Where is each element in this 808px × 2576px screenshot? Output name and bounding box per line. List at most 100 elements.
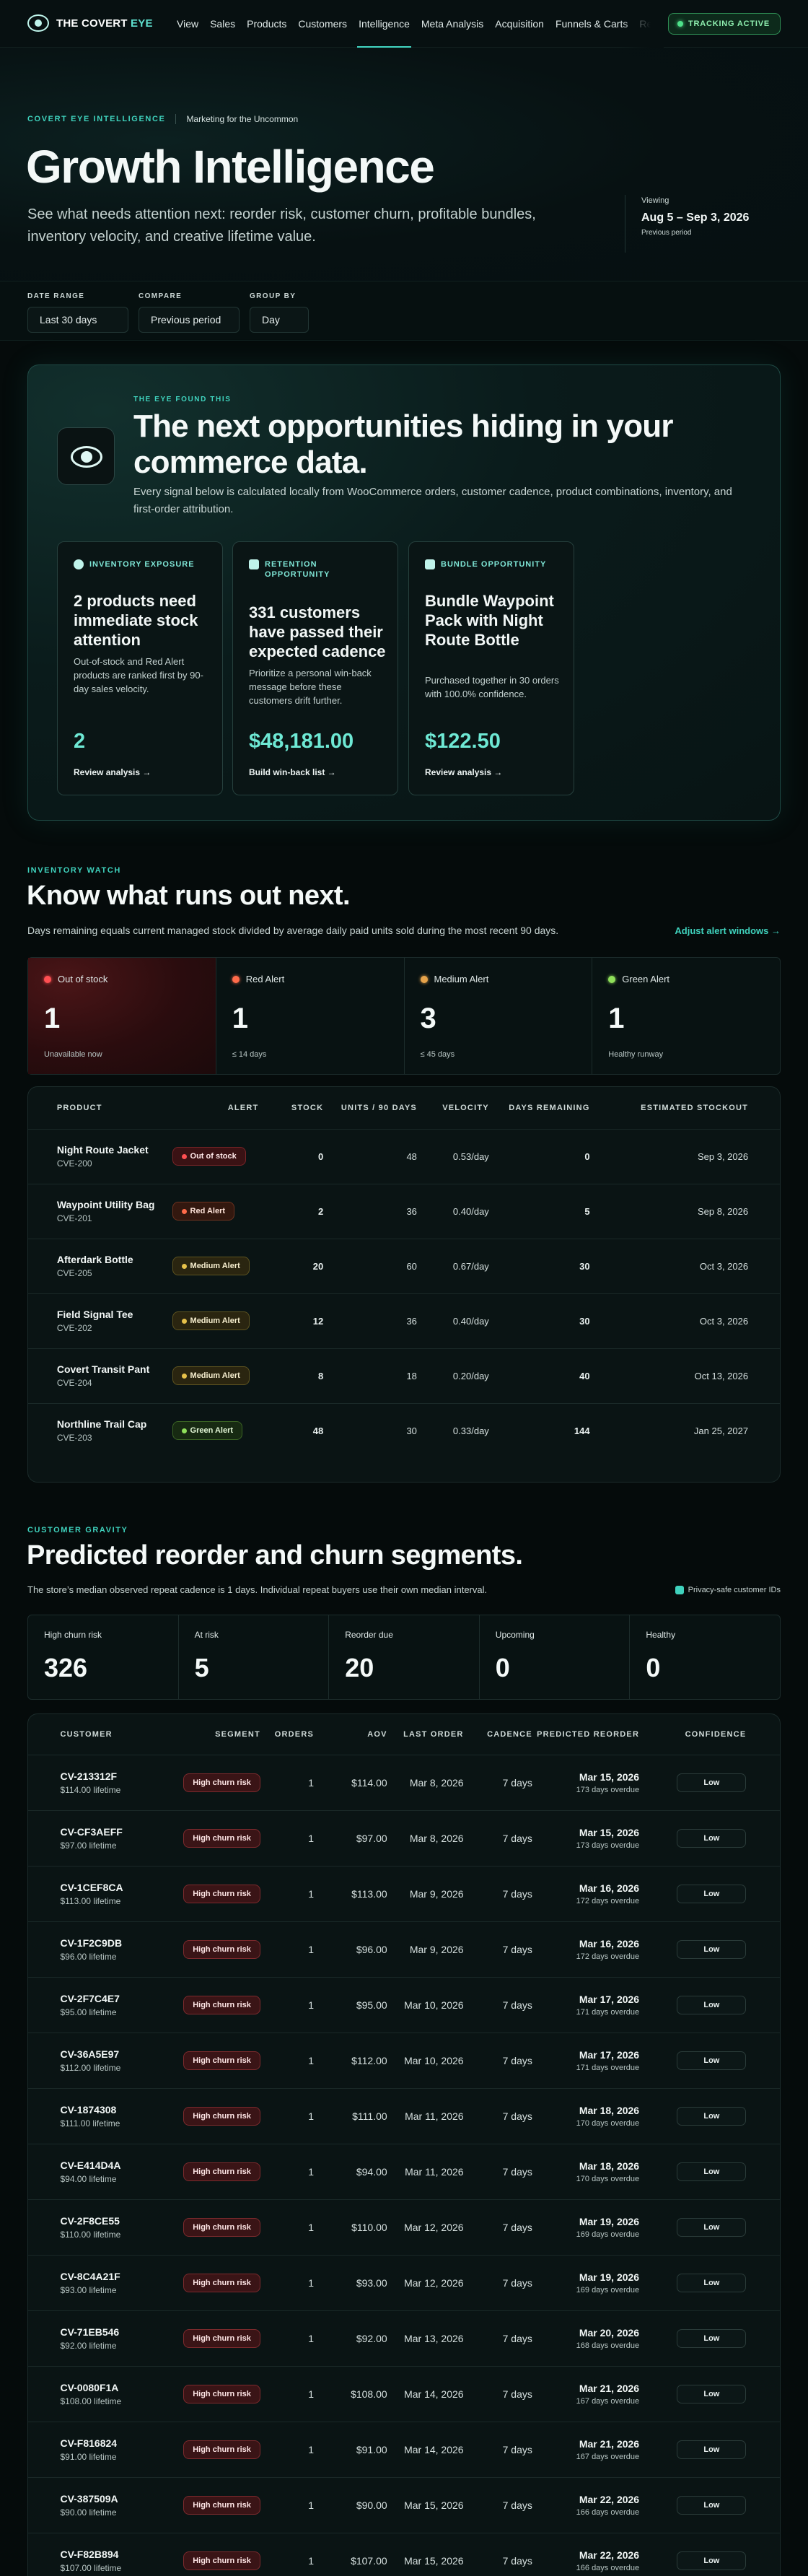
column-header[interactable]: ALERT: [172, 1087, 259, 1129]
nav-item-products[interactable]: Products: [241, 0, 292, 48]
date-range-select[interactable]: Last 30 days: [27, 307, 128, 333]
segment-stat-card[interactable]: Upcoming 0: [480, 1615, 631, 1699]
review-analysis-link[interactable]: Review analysis →: [425, 767, 502, 777]
table-row[interactable]: Night Route Jacket CVE-200 Out of stock 0 48…: [28, 1128, 780, 1184]
stat-label: High churn risk: [44, 1630, 102, 1640]
stat-value: 3: [420, 1003, 436, 1034]
compare-select[interactable]: Previous period: [139, 307, 240, 333]
customer-id[interactable]: CV-1F2C9DB: [60, 1937, 161, 1949]
column-header[interactable]: PRODUCT: [57, 1087, 172, 1129]
product-name[interactable]: Waypoint Utility Bag: [57, 1199, 172, 1210]
build-winback-link[interactable]: Build win-back list →: [249, 767, 336, 777]
column-header[interactable]: CONFIDENCE: [639, 1714, 746, 1755]
customer-id[interactable]: CV-71EB546: [60, 2326, 161, 2338]
adjust-alert-windows-link[interactable]: Adjust alert windows →: [675, 925, 781, 936]
nav-item-intelligence[interactable]: Intelligence: [353, 0, 416, 48]
table-row[interactable]: Waypoint Utility Bag CVE-201 Red Alert 2 36 0…: [28, 1183, 780, 1239]
segment-stat-card[interactable]: At risk 5: [179, 1615, 330, 1699]
cell-stock: 2: [258, 1183, 324, 1239]
table-row[interactable]: Northline Trail Cap CVE-203 Green Alert 48 3…: [28, 1402, 780, 1458]
product-name[interactable]: Northline Trail Cap: [57, 1418, 172, 1430]
cell-last: Mar 11, 2026: [387, 2143, 464, 2199]
segment-stat-card[interactable]: High churn risk 326: [28, 1615, 179, 1699]
customer-id[interactable]: CV-387509A: [60, 2493, 161, 2505]
column-header[interactable]: ORDERS: [260, 1714, 314, 1755]
customer-id[interactable]: CV-F82B894: [60, 2549, 161, 2560]
column-header[interactable]: AOV: [314, 1714, 387, 1755]
segment-stat-card[interactable]: Healthy 0: [630, 1615, 780, 1699]
column-header[interactable]: SEGMENT: [161, 1714, 260, 1755]
table-row[interactable]: CV-8C4A21F $93.00 lifetime High churn risk…: [28, 2254, 780, 2310]
inventory-stat-card[interactable]: Medium Alert 3 ≤ 45 days: [405, 958, 593, 1074]
customer-id[interactable]: CV-0080F1A: [60, 2382, 161, 2393]
table-row[interactable]: CV-213312F $114.00 lifetime High churn ris…: [28, 1754, 780, 1810]
nav-item-meta-analysis[interactable]: Meta Analysis: [416, 0, 489, 48]
product-name[interactable]: Field Signal Tee: [57, 1309, 172, 1320]
column-header[interactable]: STOCK: [258, 1087, 323, 1129]
segment-stat-card[interactable]: Reorder due 20: [329, 1615, 480, 1699]
table-row[interactable]: CV-F816824 $91.00 lifetime High churn risk…: [28, 2421, 780, 2477]
column-header[interactable]: CUSTOMER: [60, 1714, 161, 1755]
nav-item-customers[interactable]: Customers: [292, 0, 353, 48]
inventory-title: Know what runs out next.: [27, 881, 351, 911]
review-analysis-link[interactable]: Review analysis →: [74, 767, 151, 777]
inventory-stat-card[interactable]: Green Alert 1 Healthy runway: [592, 958, 780, 1074]
cell-days: 144: [488, 1402, 590, 1458]
table-row[interactable]: Covert Transit Pant CVE-204 Medium Alert 8 1…: [28, 1348, 780, 1403]
nav-item-acquisition[interactable]: Acquisition: [489, 0, 550, 48]
table-row[interactable]: Field Signal Tee CVE-202 Medium Alert 12 36 0…: [28, 1293, 780, 1348]
table-row[interactable]: CV-2F7C4E7 $95.00 lifetime High churn risk…: [28, 1976, 780, 2033]
table-row[interactable]: CV-71EB546 $92.00 lifetime High churn risk…: [28, 2310, 780, 2366]
tracking-status-badge[interactable]: TRACKING ACTIVE: [667, 13, 781, 35]
customer-id[interactable]: CV-2F7C4E7: [60, 1993, 161, 2004]
column-header[interactable]: LAST ORDER: [387, 1714, 464, 1755]
customer-id[interactable]: CV-2F8CE55: [60, 2215, 161, 2227]
table-row[interactable]: CV-387509A $90.00 lifetime High churn risk…: [28, 2476, 780, 2533]
customer-id[interactable]: CV-36A5E97: [60, 2048, 161, 2060]
column-header[interactable]: ESTIMATED STOCKOUT: [590, 1087, 749, 1129]
column-header[interactable]: PREDICTED REORDER: [532, 1714, 639, 1755]
filter-bar: DATE RANGE Last 30 days COMPARE Previous…: [0, 281, 808, 341]
nav-item-sales[interactable]: Sales: [204, 0, 241, 48]
cell-cadence: 7 days: [463, 2421, 532, 2477]
table-row[interactable]: CV-1874308 $111.00 lifetime High churn ris…: [28, 2087, 780, 2144]
table-row[interactable]: CV-F82B894 $107.00 lifetime High churn ris…: [28, 2532, 780, 2576]
table-row[interactable]: CV-0080F1A $108.00 lifetime High churn ris…: [28, 2365, 780, 2422]
table-row[interactable]: CV-1F2C9DB $96.00 lifetime High churn risk…: [28, 1921, 780, 1977]
cell-cadence: 7 days: [463, 1865, 532, 1921]
table-row[interactable]: CV-1CEF8CA $113.00 lifetime High churn ris…: [28, 1865, 780, 1921]
column-header[interactable]: VELOCITY: [417, 1087, 489, 1129]
customer-id[interactable]: CV-1874308: [60, 2104, 161, 2116]
cell-stockout: Oct 13, 2026: [589, 1348, 749, 1403]
customer-id[interactable]: CV-E414D4A: [60, 2160, 161, 2171]
customer-id[interactable]: CV-F816824: [60, 2437, 161, 2449]
group-by-select[interactable]: Day: [250, 307, 309, 333]
product-name[interactable]: Covert Transit Pant: [57, 1363, 172, 1375]
overdue-label: 166 days overdue: [576, 2563, 640, 2572]
table-row[interactable]: Afterdark Bottle CVE-205 Medium Alert 20 60 0…: [28, 1238, 780, 1293]
product-name[interactable]: Afterdark Bottle: [57, 1254, 172, 1265]
customer-id[interactable]: CV-1CEF8CA: [60, 1882, 161, 1893]
nav-item-view[interactable]: View: [171, 0, 204, 48]
column-header[interactable]: UNITS / 90 DAYS: [323, 1087, 417, 1129]
table-row[interactable]: CV-E414D4A $94.00 lifetime High churn risk…: [28, 2143, 780, 2199]
column-header[interactable]: DAYS REMAINING: [489, 1087, 590, 1129]
panel-eyebrow: THE EYE FOUND THIS: [133, 396, 232, 403]
table-row[interactable]: CV-2F8CE55 $110.00 lifetime High churn ris…: [28, 2199, 780, 2255]
cell-stock: 12: [258, 1293, 324, 1348]
brand-logo[interactable]: THE COVERT EYE: [27, 14, 153, 32]
inventory-stat-card[interactable]: Out of stock 1 Unavailable now: [28, 958, 216, 1074]
product-name[interactable]: Night Route Jacket: [57, 1144, 172, 1156]
table-row[interactable]: CV-CF3AEFF $97.00 lifetime High churn risk…: [28, 1809, 780, 1866]
customer-id[interactable]: CV-8C4A21F: [60, 2271, 161, 2282]
cell-cadence: 7 days: [463, 1754, 532, 1810]
stat-sublabel: ≤ 14 days: [232, 1050, 267, 1059]
customer-id[interactable]: CV-CF3AEFF: [60, 1826, 161, 1838]
inventory-stat-card[interactable]: Red Alert 1 ≤ 14 days: [216, 958, 405, 1074]
stat-sublabel: Healthy runway: [608, 1050, 664, 1059]
inventory-table-panel: PRODUCT ALERT STOCK UNITS / 90 DAYS VELOCITY…: [27, 1086, 781, 1483]
table-row[interactable]: CV-36A5E97 $112.00 lifetime High churn ris…: [28, 2032, 780, 2088]
confidence-badge: Low: [677, 2051, 747, 2070]
customer-id[interactable]: CV-213312F: [60, 1771, 161, 1782]
column-header[interactable]: CADENCE: [464, 1714, 532, 1755]
